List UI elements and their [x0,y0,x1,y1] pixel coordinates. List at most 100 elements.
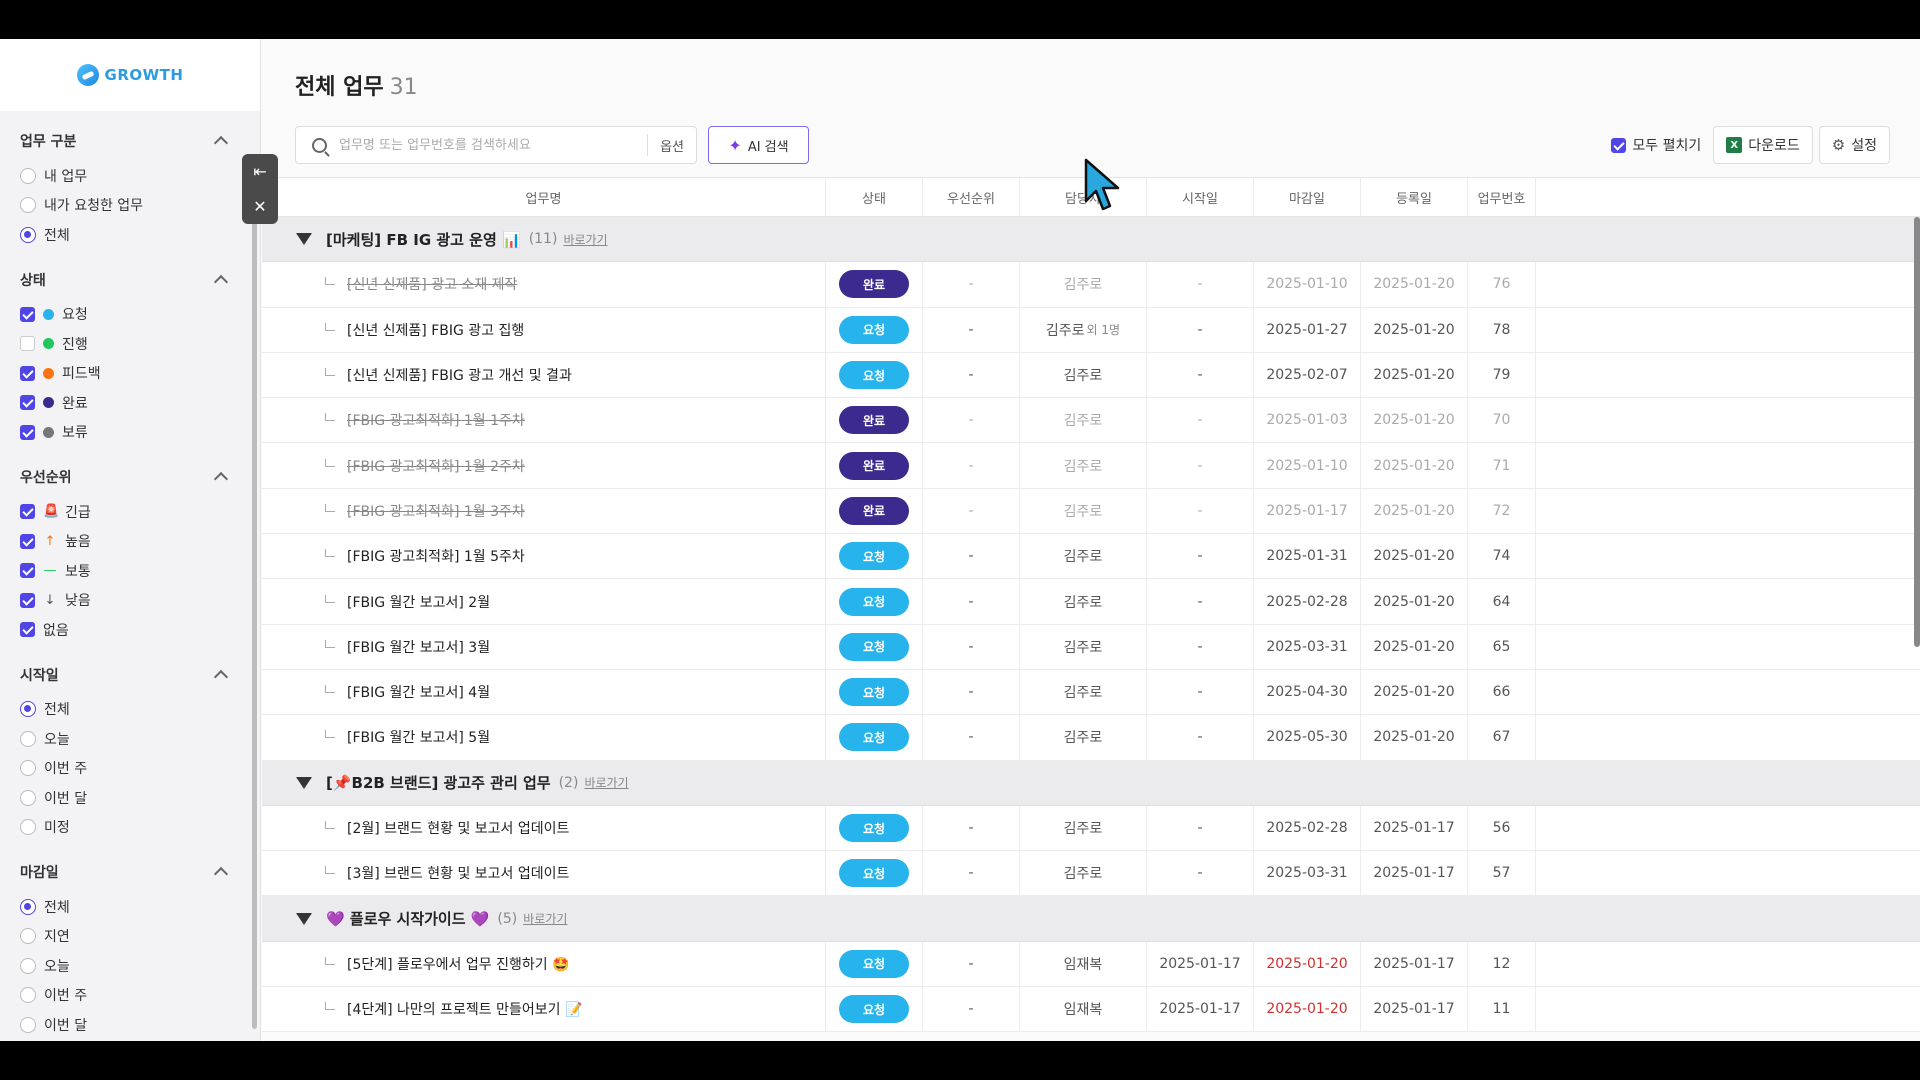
chevron-up-icon[interactable] [213,866,229,882]
priority-cell[interactable]: - [923,669,1020,715]
due-date-cell[interactable]: 2025-01-31 [1254,534,1361,579]
priority-cell[interactable]: - [923,307,1020,352]
task-name[interactable]: [신년 신제품] 광고 소재 제작 [347,274,517,294]
task-name-cell[interactable]: [FBIG 광고최적화] 1월 2주차 [262,443,826,488]
priority-cell[interactable]: - [923,851,1020,896]
task-name[interactable]: [FBIG 월간 보고서] 3월 [347,637,490,657]
task-name[interactable]: [신년 신제품] FBIG 광고 개선 및 결과 [347,365,572,385]
status-badge[interactable]: 완료 [839,451,909,480]
search-input[interactable] [339,137,619,153]
filter-section-header[interactable]: 상태 [20,260,240,300]
status-badge[interactable]: 요청 [839,315,909,344]
radio-button[interactable] [20,226,36,243]
table-row[interactable]: [FBIG 광고최적화] 1월 1주차 완료 - 김주로 -2025-01-03 2025… [262,398,1920,444]
filter-option[interactable]: 이번 주 [20,754,240,784]
radio-button[interactable] [20,760,36,777]
start-date-cell[interactable]: - [1147,715,1254,760]
task-name[interactable]: [신년 신제품] FBIG 광고 집행 [347,320,524,340]
download-button[interactable]: X 다운로드 [1713,126,1813,164]
due-date-cell[interactable]: 2025-02-28 [1254,579,1361,624]
task-name-cell[interactable]: [신년 신제품] 광고 소재 제작 [262,262,826,307]
checkbox[interactable] [20,563,35,579]
table-row[interactable]: [FBIG 광고최적화] 1월 3주차 완료 - 김주로 -2025-01-17 2025… [262,488,1920,535]
status-badge[interactable]: 요청 [839,995,909,1024]
start-date-cell[interactable]: - [1147,443,1254,488]
due-date-cell[interactable]: 2025-05-30 [1254,715,1361,760]
start-date-cell[interactable]: - [1147,805,1254,851]
assignee-cell[interactable]: 김주로 [1020,805,1147,851]
start-date-cell[interactable]: 2025-01-17 [1147,941,1254,987]
priority-cell[interactable]: - [923,352,1020,398]
assignee-cell[interactable]: 김주로 [1020,398,1147,443]
group-link[interactable]: 바로가기 [563,231,607,248]
task-name-cell[interactable]: [2월] 브랜드 현황 및 보고서 업데이트 [262,805,826,851]
expand-all-checkbox[interactable] [1611,137,1627,153]
priority-cell[interactable]: - [923,443,1020,488]
due-date-cell[interactable]: 2025-01-10 [1254,443,1361,488]
caret-down-icon[interactable] [296,776,312,789]
task-name-cell[interactable]: [3월] 브랜드 현황 및 보고서 업데이트 [262,851,826,896]
column-header-priority[interactable]: 우선순위 [923,178,1020,216]
start-date-cell[interactable]: - [1147,488,1254,534]
column-header-start-date[interactable]: 시작일 [1147,178,1254,216]
filter-option[interactable]: — 보통 [20,556,240,586]
chevron-up-icon[interactable] [213,471,229,487]
status-badge[interactable]: 요청 [839,814,909,842]
checkbox[interactable] [20,395,35,411]
radio-button[interactable] [20,957,36,974]
table-row[interactable]: [3월] 브랜드 현황 및 보고서 업데이트 요청 - 김주로 -2025-03-31 2… [262,851,1920,897]
checkbox[interactable] [20,504,35,520]
priority-cell[interactable]: - [923,262,1020,307]
table-row[interactable]: [FBIG 월간 보고서] 3월 요청 - 김주로 -2025-03-31 2025-01… [262,624,1920,670]
filter-option[interactable]: 전체 [20,695,240,725]
start-date-cell[interactable]: 2025-01-17 [1147,987,1254,1032]
task-name[interactable]: [5단계] 플로우에서 업무 진행하기 🤩 [347,954,570,974]
status-badge[interactable]: 요청 [839,632,909,661]
due-date-cell[interactable]: 2025-02-07 [1254,352,1361,398]
task-name-cell[interactable]: [신년 신제품] FBIG 광고 개선 및 결과 [262,352,826,398]
logo[interactable]: GROWTH [0,39,260,111]
task-name[interactable]: [2월] 브랜드 현황 및 보고서 업데이트 [347,818,569,838]
table-row[interactable]: [FBIG 월간 보고서] 4월 요청 - 김주로 -2025-04-30 2025-01… [262,669,1920,716]
task-name-cell[interactable]: [FBIG 광고최적화] 1월 1주차 [262,398,826,443]
start-date-cell[interactable]: - [1147,579,1254,624]
status-badge[interactable]: 완료 [839,496,909,525]
task-name[interactable]: [4단계] 나만의 프로젝트 만들어보기 📝 [347,999,582,1019]
filter-option[interactable]: 보류 [20,418,240,448]
table-row[interactable]: [FBIG 광고최적화] 1월 2주차 완료 - 김주로 -2025-01-10 2025… [262,443,1920,489]
checkbox[interactable] [20,622,35,638]
task-name-cell[interactable]: [FBIG 월간 보고서] 3월 [262,624,826,669]
close-icon[interactable]: ✕ [253,197,266,216]
filter-option[interactable]: 전체 [20,892,240,922]
table-row[interactable]: [신년 신제품] FBIG 광고 개선 및 결과 요청 - 김주로 -2025-02-0… [262,352,1920,399]
task-name-cell[interactable]: [신년 신제품] FBIG 광고 집행 [262,307,826,352]
column-header-name[interactable]: 업무명 [262,178,826,216]
chevron-up-icon[interactable] [213,669,229,684]
priority-cell[interactable]: - [923,805,1020,851]
assignee-cell[interactable]: 김주로 [1020,669,1147,715]
due-date-cell[interactable]: 2025-01-03 [1254,398,1361,443]
assignee-cell[interactable]: 김주로 [1020,624,1147,669]
search-options-button[interactable]: 옵션 [647,134,696,156]
assignee-cell[interactable]: 김주로 [1020,488,1147,534]
task-name[interactable]: [3월] 브랜드 현황 및 보고서 업데이트 [347,863,569,883]
filter-section-header[interactable]: 마감일 [20,852,240,892]
task-name-cell[interactable]: [FBIG 월간 보고서] 5월 [262,715,826,760]
checkbox[interactable] [20,424,35,440]
priority-cell[interactable]: - [923,579,1020,624]
assignee-cell[interactable]: 김주로 [1020,715,1147,760]
assignee-cell[interactable]: 김주로 [1020,443,1147,488]
status-badge[interactable]: 요청 [839,587,909,616]
start-date-cell[interactable]: - [1147,851,1254,896]
priority-cell[interactable]: - [923,715,1020,760]
filter-option[interactable]: 오늘 [20,951,240,981]
due-date-cell[interactable]: 2025-03-31 [1254,851,1361,896]
filter-option[interactable]: 진행 [20,329,240,359]
start-date-cell[interactable]: - [1147,352,1254,398]
checkbox[interactable] [20,306,35,322]
table-row[interactable]: [5단계] 플로우에서 업무 진행하기 🤩 요청 - 임재복 2025-01-17 202… [262,941,1920,988]
column-header-registered-date[interactable]: 등록일 [1361,178,1468,216]
group-row[interactable]: 💜 플로우 시작가이드 💜 (5) 바로가기 [262,896,1920,942]
caret-down-icon[interactable] [296,233,312,246]
task-name-cell[interactable]: [FBIG 광고최적화] 1월 3주차 [262,488,826,534]
